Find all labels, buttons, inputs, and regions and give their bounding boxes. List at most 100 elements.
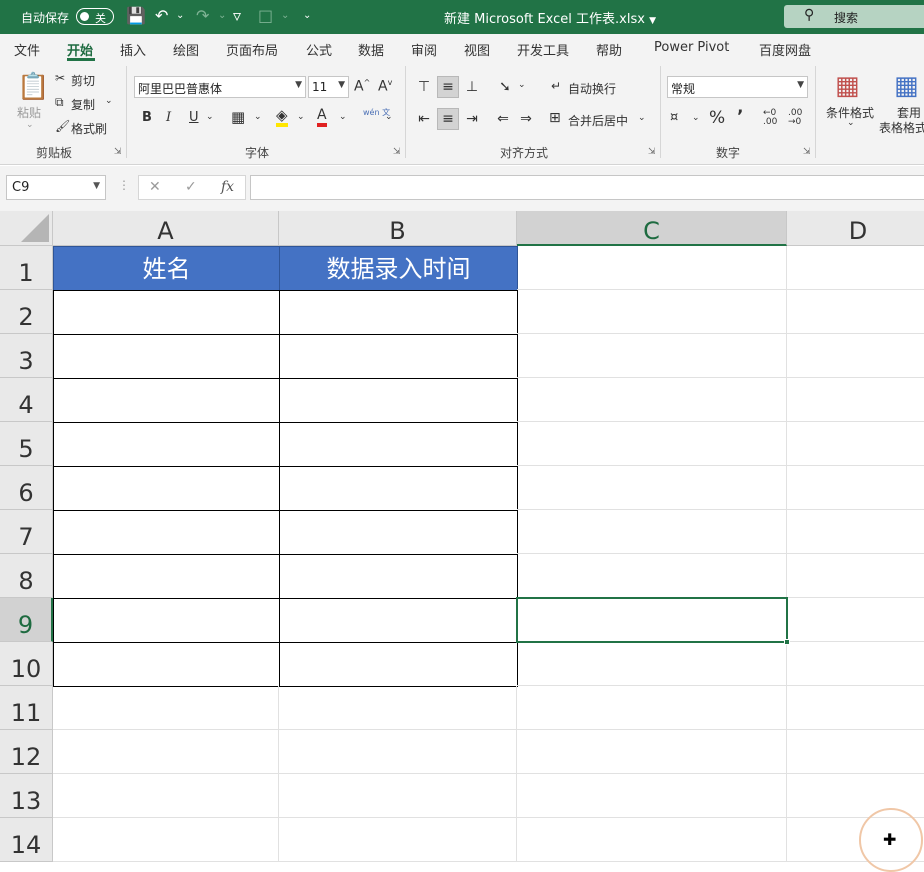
number-format-select[interactable]: 常规 ▼ [667, 76, 808, 98]
undo-dropdown-icon[interactable]: ⌄ [176, 7, 184, 25]
shapes-icon[interactable]: □ [258, 7, 273, 25]
align-center-icon[interactable]: ≡ [437, 108, 459, 130]
tab-baidu-netdisk[interactable]: 百度网盘 [759, 40, 811, 59]
number-launcher-icon[interactable]: ⇲ [803, 147, 811, 157]
cell-d7[interactable] [787, 510, 924, 554]
insert-function-icon[interactable]: fx [221, 179, 234, 195]
enter-icon[interactable]: ✓ [185, 179, 197, 195]
cell-b7[interactable] [279, 510, 518, 555]
column-header-c[interactable]: C [517, 211, 787, 246]
align-top-icon[interactable]: ⊤ [413, 76, 435, 98]
borders-icon[interactable]: ▦ [231, 108, 245, 126]
merge-center-icon[interactable]: ⊞ [549, 110, 561, 126]
orientation-icon[interactable]: ➘ [494, 76, 516, 98]
cell-b4[interactable] [279, 378, 518, 423]
cell-b11[interactable] [279, 686, 517, 730]
cell-c3[interactable] [517, 334, 787, 378]
copy-label[interactable]: 复制 [71, 96, 95, 113]
fill-handle[interactable] [784, 639, 790, 645]
customize-qat-icon[interactable]: ⌄ [303, 7, 311, 25]
cell-d3[interactable] [787, 334, 924, 378]
tab-view[interactable]: 视图 [464, 40, 490, 59]
redo-dropdown-icon[interactable]: ⌄ [218, 7, 226, 25]
cell-a1[interactable]: 姓名 [53, 246, 280, 291]
font-launcher-icon[interactable]: ⇲ [393, 147, 401, 157]
cut-icon[interactable]: ✂ [55, 71, 65, 85]
formula-bar-splitter-icon[interactable]: ⋮ [118, 178, 130, 192]
font-name-select[interactable]: 阿里巴巴普惠体 ▼ [134, 76, 306, 98]
cell-c2[interactable] [517, 290, 787, 334]
row-header-10[interactable]: 10 [0, 642, 53, 686]
row-header-12[interactable]: 12 [0, 730, 53, 774]
cancel-icon[interactable]: ✕ [149, 179, 161, 195]
name-box[interactable]: C9 ▼ [6, 175, 106, 200]
cell-b3[interactable] [279, 334, 518, 379]
phonetic-dropdown-icon[interactable]: ⌄ [385, 112, 393, 122]
filter-icon[interactable]: ▿ [233, 7, 241, 25]
cell-d5[interactable] [787, 422, 924, 466]
wrap-text-button[interactable]: 自动换行 [568, 80, 616, 97]
paste-dropdown-icon[interactable]: ⌄ [26, 120, 34, 130]
underline-dropdown-icon[interactable]: ⌄ [206, 112, 214, 122]
format-as-table-icon[interactable]: ▦ [894, 71, 919, 101]
shapes-dropdown-icon[interactable]: ⌄ [281, 7, 289, 25]
accounting-dropdown-icon[interactable]: ⌄ [692, 113, 700, 123]
italic-button[interactable]: I [166, 110, 171, 125]
cell-d1[interactable] [787, 246, 924, 290]
row-header-5[interactable]: 5 [0, 422, 53, 466]
cell-a7[interactable] [53, 510, 280, 555]
cell-d11[interactable] [787, 686, 924, 730]
tab-draw[interactable]: 绘图 [173, 40, 199, 59]
save-icon[interactable]: 💾 [126, 7, 146, 25]
cell-a6[interactable] [53, 466, 280, 511]
cell-d2[interactable] [787, 290, 924, 334]
tab-formulas[interactable]: 公式 [306, 40, 332, 59]
cell-c4[interactable] [517, 378, 787, 422]
cell-a8[interactable] [53, 554, 280, 599]
fill-color-dropdown-icon[interactable]: ⌄ [297, 112, 305, 122]
column-header-b[interactable]: B [279, 211, 517, 246]
cell-d9[interactable] [787, 598, 924, 642]
cell-a12[interactable] [53, 730, 279, 774]
clipboard-launcher-icon[interactable]: ⇲ [114, 147, 122, 157]
row-header-8[interactable]: 8 [0, 554, 53, 598]
cell-c8[interactable] [517, 554, 787, 598]
format-painter-icon[interactable]: 🖌 [55, 119, 70, 133]
cell-a2[interactable] [53, 290, 280, 335]
cell-c11[interactable] [517, 686, 787, 730]
grow-font-button[interactable]: A^ [354, 78, 370, 95]
cell-d8[interactable] [787, 554, 924, 598]
cell-b10[interactable] [279, 642, 518, 687]
cell-d6[interactable] [787, 466, 924, 510]
merge-center-button[interactable]: 合并后居中 [568, 112, 628, 129]
cell-c10[interactable] [517, 642, 787, 686]
cell-a13[interactable] [53, 774, 279, 818]
orientation-dropdown-icon[interactable]: ⌄ [518, 80, 526, 90]
cell-a9[interactable] [53, 598, 280, 643]
cell-a3[interactable] [53, 334, 280, 379]
cell-b9[interactable] [279, 598, 518, 643]
cell-c6[interactable] [517, 466, 787, 510]
decrease-decimal-icon[interactable]: .00 →0 [788, 109, 802, 127]
alignment-launcher-icon[interactable]: ⇲ [648, 147, 656, 157]
increase-decimal-icon[interactable]: ←0.00 [763, 109, 777, 127]
paste-label[interactable]: 粘贴 [17, 104, 41, 121]
comma-style-icon[interactable]: ’ [737, 107, 743, 127]
borders-dropdown-icon[interactable]: ⌄ [254, 112, 262, 122]
align-middle-icon[interactable]: ≡ [437, 76, 459, 98]
row-header-4[interactable]: 4 [0, 378, 53, 422]
tab-developer[interactable]: 开发工具 [517, 40, 569, 59]
fill-color-icon[interactable]: ◈ [276, 108, 288, 127]
font-color-dropdown-icon[interactable]: ⌄ [339, 112, 347, 122]
tab-insert[interactable]: 插入 [120, 40, 146, 59]
accounting-format-icon[interactable]: ¤ [670, 110, 678, 125]
cut-label[interactable]: 剪切 [71, 72, 95, 89]
cell-b5[interactable] [279, 422, 518, 467]
font-color-icon[interactable]: A [317, 108, 327, 127]
tab-page-layout[interactable]: 页面布局 [226, 40, 278, 59]
row-header-6[interactable]: 6 [0, 466, 53, 510]
format-painter-label[interactable]: 格式刷 [71, 120, 107, 137]
row-header-13[interactable]: 13 [0, 774, 53, 818]
merge-dropdown-icon[interactable]: ⌄ [638, 113, 646, 123]
cell-d4[interactable] [787, 378, 924, 422]
